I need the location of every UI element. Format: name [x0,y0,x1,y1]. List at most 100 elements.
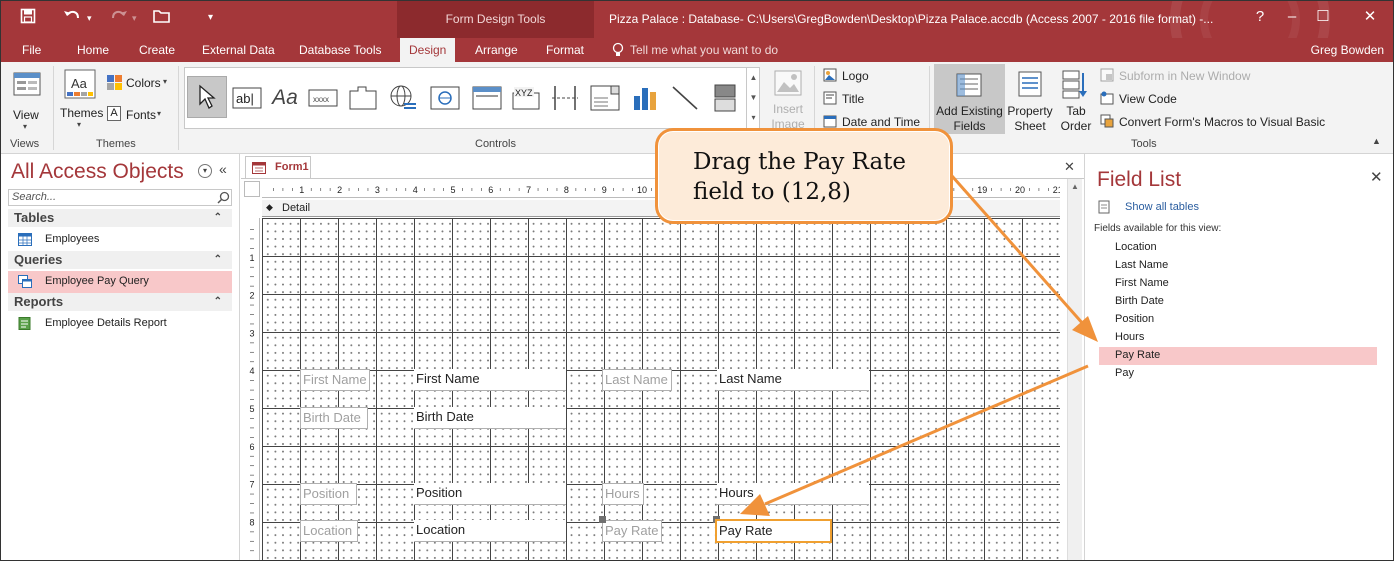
ruler-number: 2 [337,185,342,195]
field-item-hours[interactable]: Hours [1099,329,1377,347]
help-icon[interactable]: ? [1245,6,1275,28]
hours-textbox[interactable]: Hours [717,483,869,505]
button-control[interactable]: xxxx [305,78,341,118]
minimize-button[interactable]: – [1277,6,1307,28]
ruler-number: 8 [249,517,254,527]
web-browser-icon [430,86,460,110]
fonts-label: Fonts [126,108,157,122]
line-control[interactable] [667,78,703,118]
field-item-pay[interactable]: Pay [1099,365,1377,383]
tab-file[interactable]: File [22,38,41,62]
last-name-textbox[interactable]: Last Name [717,369,869,391]
view-code-button[interactable]: View Code [1100,90,1300,108]
tab-arrange[interactable]: Arrange [475,38,518,62]
add-existing-fields-button[interactable]: Add Existing Fields [934,64,1005,134]
property-sheet-button[interactable]: Property Sheet [1007,64,1053,134]
title-button[interactable]: Title [823,90,923,108]
instruction-callout: Drag the Pay Rate field to (12,8) [655,128,953,224]
customize-qat-icon[interactable]: ▾ [208,8,213,28]
ruler-number: 5 [450,185,455,195]
location-label-control[interactable]: Location [300,520,358,542]
pay-rate-label-control[interactable]: Pay Rate [602,520,662,542]
field-item-last-name[interactable]: Last Name [1099,257,1377,275]
colors-button[interactable]: Colors ▾ [107,74,171,92]
ruler-number: 3 [249,328,254,338]
ruler-number: 4 [413,185,418,195]
first-name-textbox[interactable]: First Name [414,369,566,391]
gallery-scroll-up[interactable]: ▲ [746,68,760,88]
gallery-more[interactable]: ▾ [746,108,760,128]
toggle-button-control[interactable] [707,78,743,118]
pay-rate-textbox-selected[interactable]: Pay Rate [715,519,832,543]
nav-item-employee-details-report[interactable]: Employee Details Report [8,313,232,335]
nav-menu-chevron-icon[interactable]: ▾ [198,164,212,178]
location-textbox[interactable]: Location [414,520,566,542]
label-control[interactable]: Aa [267,78,303,118]
first-name-label-control[interactable]: First Name [300,369,370,391]
field-item-location[interactable]: Location [1099,239,1377,257]
fonts-button[interactable]: A Fonts ▾ [107,106,171,124]
nav-section-reports[interactable]: Reports ⌃ [8,293,232,311]
collapse-pane-icon[interactable]: « [219,161,227,177]
save-icon[interactable] [20,8,36,30]
field-item-pay-rate[interactable]: Pay Rate [1099,347,1377,365]
tab-design[interactable]: Design [400,38,456,62]
birth-date-label-control[interactable]: Birth Date [300,407,368,429]
tab-external-data[interactable]: External Data [202,38,275,62]
redo-dropdown-icon: ▾ [132,13,137,23]
combo-box-control[interactable] [587,78,623,118]
collapse-ribbon-icon[interactable]: ▲ [1372,136,1381,146]
web-browser-control[interactable] [427,78,463,118]
field-item-birth-date[interactable]: Birth Date [1099,293,1377,311]
navigation-control[interactable] [469,78,505,118]
nav-pane-title[interactable]: All Access Objects [11,160,184,184]
field-item-position[interactable]: Position [1099,311,1377,329]
vertical-scrollbar[interactable]: ▲ [1067,179,1082,561]
open-folder-icon[interactable] [153,8,171,30]
nav-item-employee-pay-query[interactable]: Employee Pay Query [8,271,232,293]
tab-format[interactable]: Format [546,38,584,62]
undo-icon[interactable] [63,8,83,30]
user-name[interactable]: Greg Bowden [1311,38,1384,62]
nav-search-input[interactable]: Search... [8,189,232,206]
hours-label-control[interactable]: Hours [602,483,644,505]
position-textbox[interactable]: Position [414,483,566,505]
hyperlink-control[interactable] [385,78,421,118]
form1-document-tab[interactable]: Form1 [245,156,311,178]
tell-me-search[interactable]: Tell me what you want to do [630,38,778,62]
show-all-tables-link[interactable]: Show all tables [1125,201,1199,213]
undo-dropdown-icon[interactable]: ▾ [87,8,92,28]
field-item-first-name[interactable]: First Name [1099,275,1377,293]
close-document-icon[interactable]: ✕ [1064,159,1075,175]
tools-group-label: Tools [1131,138,1157,150]
move-handle[interactable] [599,516,606,523]
logo-icon [823,68,837,82]
nav-section-queries[interactable]: Queries ⌃ [8,251,232,269]
chart-control[interactable] [627,78,663,118]
nav-item-employees[interactable]: Employees [8,229,232,251]
last-name-label-control[interactable]: Last Name [602,369,672,391]
close-field-list-icon[interactable]: ✕ [1370,168,1383,186]
page-break-control[interactable] [547,78,583,118]
gallery-scroll-down[interactable]: ▼ [746,88,760,108]
maximize-button[interactable]: ☐ [1308,6,1338,28]
convert-macros-button[interactable]: Convert Form's Macros to Visual Basic [1100,113,1350,131]
nav-section-tables[interactable]: Tables ⌃ [8,209,232,227]
tab-create[interactable]: Create [139,38,175,62]
birth-date-textbox[interactable]: Birth Date [414,407,566,429]
close-window-button[interactable]: ✕ [1355,6,1385,28]
position-label-control[interactable]: Position [300,483,357,505]
logo-button[interactable]: Logo [823,67,923,85]
themes-button[interactable]: Aa Themes ▾ [60,66,103,132]
design-grid[interactable]: First Name First Name Last Name Last Nam… [262,218,1060,561]
tab-database-tools[interactable]: Database Tools [299,38,382,62]
option-group-control[interactable]: XYZ [509,78,545,118]
tab-control[interactable] [345,78,381,118]
tab-home[interactable]: Home [77,38,109,62]
select-pointer-control[interactable] [187,76,227,118]
textbox-control[interactable]: ab| [229,78,265,118]
scroll-up-arrow[interactable]: ▲ [1071,182,1079,191]
tab-order-button[interactable]: Tab Order [1057,64,1095,134]
view-button[interactable]: View ▾ [10,68,44,134]
ruler-number: 3 [375,185,380,195]
